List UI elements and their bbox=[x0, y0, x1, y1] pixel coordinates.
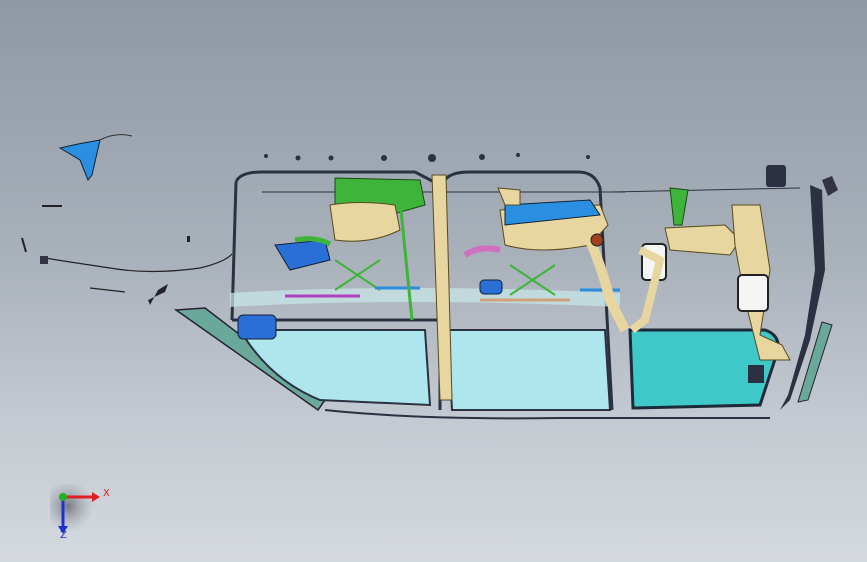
x-axis-label: X bbox=[103, 488, 110, 499]
loose-parts-left bbox=[21, 134, 233, 305]
rear-regulator bbox=[463, 187, 630, 333]
fastener-dots bbox=[264, 153, 590, 162]
cad-viewport[interactable]: X Z bbox=[0, 0, 867, 562]
b-pillar bbox=[431, 174, 453, 401]
rear-seals bbox=[780, 176, 838, 410]
door-assembly-model[interactable] bbox=[0, 0, 867, 562]
coordinate-triad-icon bbox=[50, 484, 100, 534]
z-axis-label: Z bbox=[60, 530, 67, 541]
front-regulator bbox=[237, 177, 426, 340]
